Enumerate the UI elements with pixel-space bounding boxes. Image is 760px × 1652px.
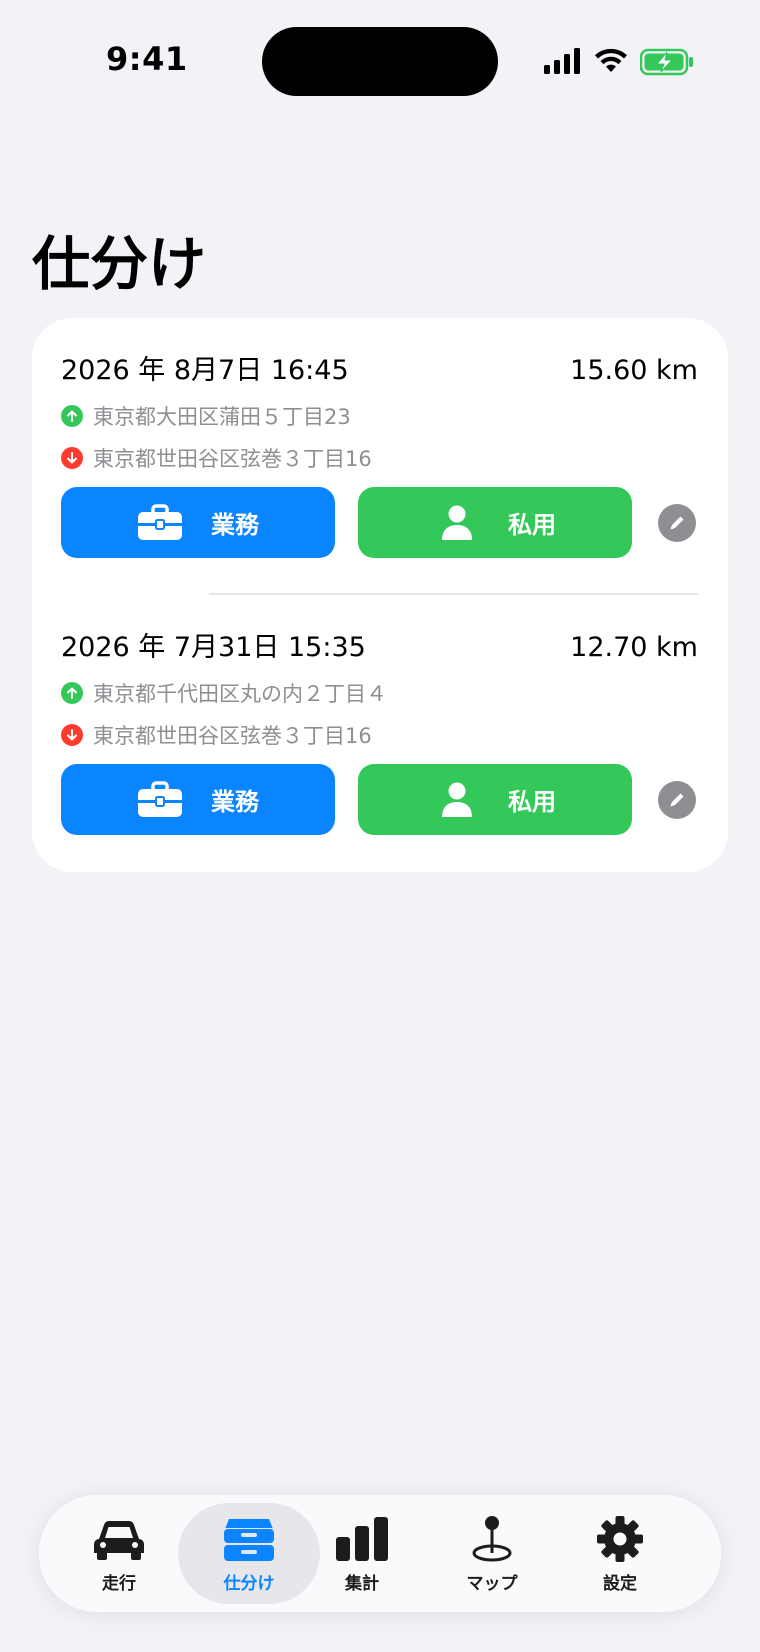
tab-settings[interactable]: 設定 — [549, 1503, 691, 1604]
trip-datetime: 2026 年 7月31日 15:35 — [61, 632, 366, 663]
trip-datetime: 2026 年 8月7日 16:45 — [61, 355, 349, 386]
arrow-down-icon — [61, 724, 83, 746]
end-address: 東京都世田谷区弦巻３丁目16 — [93, 447, 372, 471]
tab-drive[interactable]: 走行 — [48, 1503, 190, 1604]
person-icon — [442, 782, 472, 817]
page-title: 仕分け — [32, 230, 207, 298]
trip-distance: 12.70 km — [570, 632, 698, 663]
private-button[interactable]: 私用 — [358, 764, 632, 835]
private-button-label: 私用 — [508, 788, 556, 816]
edit-button[interactable] — [658, 504, 696, 542]
business-button[interactable]: 業務 — [61, 764, 335, 835]
tab-summary[interactable]: 集計 — [291, 1503, 433, 1604]
pencil-icon — [670, 793, 684, 807]
business-button-label: 業務 — [211, 511, 259, 539]
tab-label: 仕分け — [223, 1574, 275, 1594]
pencil-icon — [670, 516, 684, 530]
tray-icon — [224, 1519, 274, 1561]
private-button-label: 私用 — [508, 511, 556, 539]
trip-item: 2026 年 8月7日 16:45 15.60 km 東京都大田区蒲田５丁目23… — [32, 318, 728, 558]
trip-distance: 15.60 km — [570, 355, 698, 386]
tab-label: 集計 — [345, 1574, 379, 1594]
end-address-row: 東京都世田谷区弦巻３丁目16 — [61, 443, 372, 473]
battery-charging-icon — [640, 48, 693, 76]
briefcase-icon — [138, 780, 182, 817]
business-button-label: 業務 — [211, 788, 259, 816]
bar-chart-icon — [336, 1517, 388, 1561]
arrow-up-icon — [61, 405, 83, 427]
start-address-row: 東京都千代田区丸の内２丁目４ — [61, 678, 387, 708]
arrow-down-icon — [61, 447, 83, 469]
start-address: 東京都大田区蒲田５丁目23 — [93, 405, 351, 429]
map-pin-icon — [472, 1516, 512, 1562]
tab-map[interactable]: マップ — [421, 1503, 563, 1604]
dynamic-island — [262, 27, 498, 96]
person-icon — [442, 505, 472, 540]
trip-item: 2026 年 7月31日 15:35 12.70 km 東京都千代田区丸の内２丁… — [32, 595, 728, 835]
status-icons — [544, 44, 694, 80]
edit-button[interactable] — [658, 781, 696, 819]
gear-icon — [597, 1516, 643, 1562]
start-address: 東京都千代田区丸の内２丁目４ — [93, 682, 387, 706]
tab-label: 走行 — [102, 1574, 136, 1594]
briefcase-icon — [138, 503, 182, 540]
start-address-row: 東京都大田区蒲田５丁目23 — [61, 401, 351, 431]
wifi-icon — [595, 48, 627, 72]
business-button[interactable]: 業務 — [61, 487, 335, 558]
trip-list-card: 2026 年 8月7日 16:45 15.60 km 東京都大田区蒲田５丁目23… — [32, 318, 728, 872]
arrow-up-icon — [61, 682, 83, 704]
signal-icon — [544, 48, 580, 74]
private-button[interactable]: 私用 — [358, 487, 632, 558]
tab-label: 設定 — [603, 1574, 637, 1594]
end-address: 東京都世田谷区弦巻３丁目16 — [93, 724, 372, 748]
status-time: 9:41 — [106, 40, 188, 78]
tab-bar: 走行 仕分け 集計 マップ 設定 — [39, 1495, 721, 1612]
screen: 9:41 仕分け 2026 年 8月7日 16:45 15.60 km 東京都大… — [0, 0, 760, 1652]
tab-label: マップ — [466, 1574, 518, 1594]
end-address-row: 東京都世田谷区弦巻３丁目16 — [61, 720, 372, 750]
car-icon — [94, 1520, 144, 1560]
